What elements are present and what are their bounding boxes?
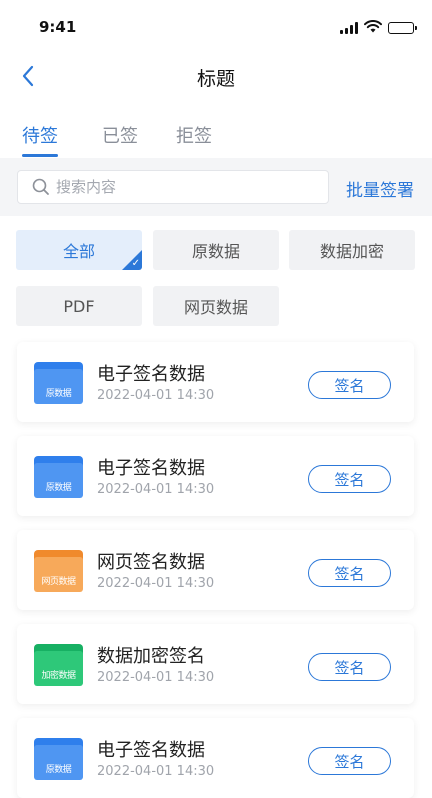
list-item[interactable]: 原数据 电子签名数据 2022-04-01 14:30 签名 (17, 718, 414, 798)
search-input[interactable] (56, 178, 296, 196)
filter-chip-pdf[interactable]: PDF (16, 286, 142, 326)
item-timestamp: 2022-04-01 14:30 (97, 670, 215, 685)
filter-chip-web-data[interactable]: 网页数据 (153, 286, 279, 326)
blue-folder-icon: 原数据 (34, 738, 83, 780)
folder-icon-label: 原数据 (45, 765, 72, 775)
folder-icon-label: 加密数据 (41, 671, 76, 681)
navigation-bar: 标题 (0, 52, 432, 100)
active-tab-indicator (22, 154, 58, 157)
item-timestamp: 2022-04-01 14:30 (97, 482, 215, 497)
status-time: 9:41 (39, 18, 77, 36)
folder-icon-label: 原数据 (45, 389, 72, 399)
filter-chip-raw-data[interactable]: 原数据 (153, 230, 279, 270)
filter-chip-data-encryption[interactable]: 数据加密 (289, 230, 415, 270)
blue-folder-icon: 原数据 (34, 456, 83, 498)
sign-button[interactable]: 签名 (308, 747, 391, 775)
page-title: 标题 (196, 68, 235, 90)
tab-bar: 待签 已签 拒签 (0, 110, 432, 158)
list-item[interactable]: 原数据 电子签名数据 2022-04-01 14:30 签名 (17, 436, 414, 516)
blue-folder-icon: 原数据 (34, 362, 83, 404)
item-title: 网页签名数据 (97, 552, 205, 573)
folder-icon-label: 网页数据 (41, 577, 76, 587)
tab-rejected[interactable]: 拒签 (176, 122, 212, 148)
search-box[interactable] (17, 170, 329, 204)
filter-chip-all[interactable]: 全部 ✓ (16, 230, 142, 270)
filter-chip-label: PDF (63, 296, 95, 316)
sign-button[interactable]: 签名 (308, 465, 391, 493)
item-timestamp: 2022-04-01 14:30 (97, 388, 215, 403)
orange-folder-icon: 网页数据 (34, 550, 83, 592)
item-timestamp: 2022-04-01 14:30 (97, 576, 215, 591)
sign-button[interactable]: 签名 (308, 559, 391, 587)
sign-button[interactable]: 签名 (308, 371, 391, 399)
list-item[interactable]: 原数据 电子签名数据 2022-04-01 14:30 签名 (17, 342, 414, 422)
list-item[interactable]: 加密数据 数据加密签名 2022-04-01 14:30 签名 (17, 624, 414, 704)
check-icon: ✓ (131, 258, 140, 269)
item-title: 电子签名数据 (97, 364, 205, 385)
item-timestamp: 2022-04-01 14:30 (97, 764, 215, 779)
tab-signed[interactable]: 已签 (102, 122, 138, 148)
search-area: 批量签署 (0, 158, 432, 216)
status-bar: 9:41 (0, 0, 432, 52)
battery-icon (388, 21, 417, 34)
filter-chip-label: 原数据 (191, 242, 240, 261)
wifi-icon (364, 18, 382, 37)
item-title: 电子签名数据 (97, 458, 205, 479)
filter-chip-label: 数据加密 (319, 242, 384, 261)
search-icon (32, 178, 49, 195)
batch-sign-button[interactable]: 批量签署 (346, 176, 414, 201)
filter-chip-label: 全部 (62, 242, 95, 261)
status-icons (340, 18, 417, 37)
cellular-signal-icon (340, 21, 358, 34)
list-item[interactable]: 网页数据 网页签名数据 2022-04-01 14:30 签名 (17, 530, 414, 610)
green-folder-icon: 加密数据 (34, 644, 83, 686)
tab-pending[interactable]: 待签 (22, 122, 58, 148)
sign-button[interactable]: 签名 (308, 653, 391, 681)
item-title: 数据加密签名 (97, 646, 205, 667)
filter-chip-label: 网页数据 (183, 298, 248, 317)
folder-icon-label: 原数据 (45, 483, 72, 493)
item-title: 电子签名数据 (97, 740, 205, 761)
